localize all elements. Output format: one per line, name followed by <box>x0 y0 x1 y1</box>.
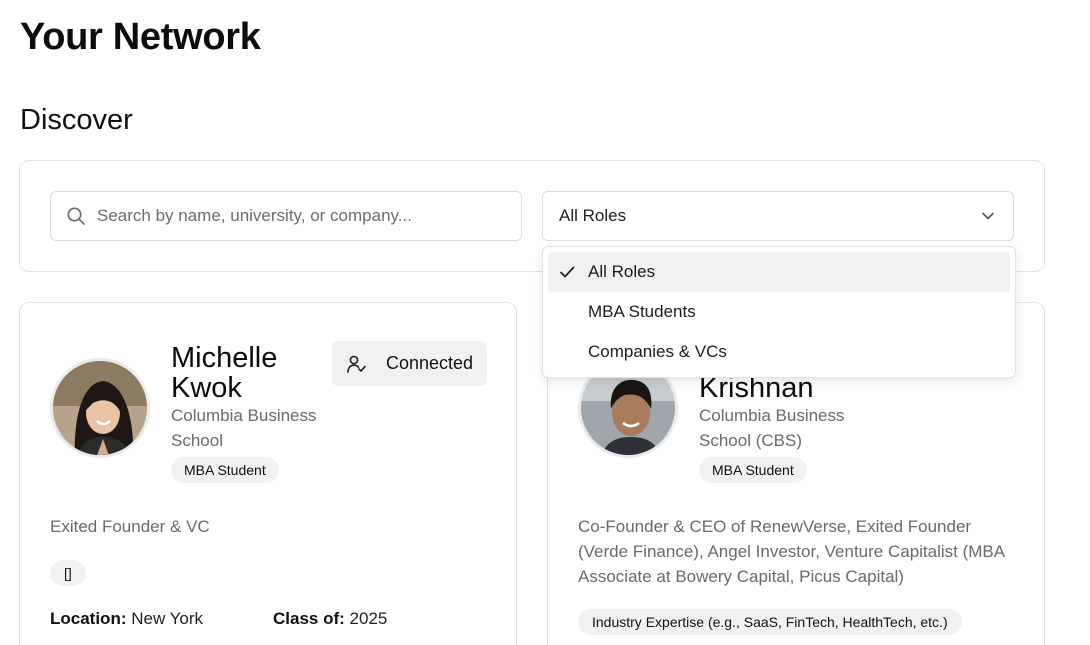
search-icon <box>67 207 85 225</box>
role-option-companies[interactable]: Companies & VCs <box>548 332 1010 372</box>
class-info: Class of: 2025 <box>273 609 387 629</box>
location-value: New York <box>131 609 204 628</box>
search-box[interactable] <box>50 191 522 241</box>
class-label: Class of: <box>273 609 345 628</box>
role-dropdown-menu: All Roles MBA Students Companies & VCs <box>542 246 1016 378</box>
location-label: Location: <box>50 609 127 628</box>
avatar <box>50 358 150 458</box>
chevron-down-icon <box>982 212 994 220</box>
profile-school: Columbia Business School <box>171 406 317 450</box>
profile-school: Columbia Business School (CBS) <box>699 406 845 450</box>
section-title-discover: Discover <box>20 104 133 136</box>
profile-name: Michelle Kwok <box>171 342 278 404</box>
page-title: Your Network <box>20 16 261 58</box>
role-badge: MBA Student <box>699 457 807 483</box>
profile-card: Michelle Kwok Columbia Business School M… <box>19 302 517 645</box>
role-select-value: All Roles <box>559 206 627 225</box>
role-option-label: MBA Students <box>588 302 696 321</box>
expertise-tag: Industry Expertise (e.g., SaaS, FinTech,… <box>578 609 962 635</box>
role-option-mba[interactable]: MBA Students <box>548 292 1010 332</box>
class-value: 2025 <box>349 609 388 628</box>
role-option-label: Companies & VCs <box>588 342 727 361</box>
role-option-label: All Roles <box>588 262 656 281</box>
expertise-tag: [] <box>50 560 86 586</box>
profile-bio: Co-Founder & CEO of RenewVerse, Exited F… <box>578 517 1005 586</box>
search-input[interactable] <box>97 206 497 226</box>
role-option-all[interactable]: All Roles <box>548 252 1010 292</box>
connected-button[interactable]: Connected <box>332 341 487 386</box>
user-check-icon <box>347 355 366 373</box>
check-icon <box>560 266 575 278</box>
role-badge: MBA Student <box>171 457 279 483</box>
connected-button-label: Connected <box>386 353 474 373</box>
location-info: Location: New York <box>50 609 203 629</box>
profile-bio: Exited Founder & VC <box>50 517 210 536</box>
role-select[interactable]: All Roles <box>542 191 1014 241</box>
